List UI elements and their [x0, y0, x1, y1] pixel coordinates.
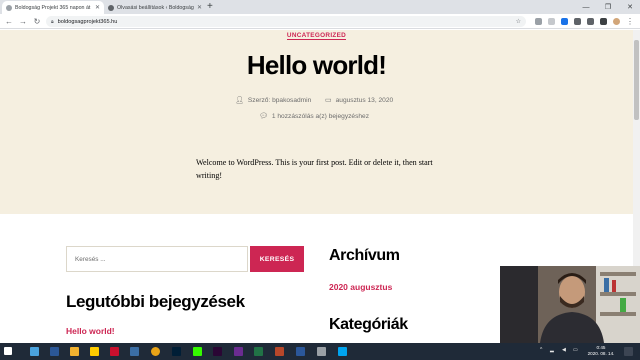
app-icon[interactable] — [50, 347, 59, 356]
post-author: 👤︎ Szerző: bpakosadmin — [235, 96, 311, 105]
puzzle-extensions-icon[interactable] — [587, 18, 594, 25]
premiere-icon[interactable] — [213, 347, 222, 356]
explorer-folder-icon[interactable] — [70, 347, 79, 356]
webcam-video-image — [500, 266, 640, 343]
calendar-icon: ▭ — [325, 97, 332, 104]
date-link[interactable]: augusztus 13, 2020 — [336, 97, 394, 104]
search-input[interactable]: Keresés ... — [66, 246, 248, 272]
categories-heading: Kategóriák — [329, 316, 408, 333]
author-link[interactable]: Szerző: bpakosadmin — [248, 97, 311, 104]
tab-title: Olvasási beállítások ‹ Boldogság — [117, 4, 194, 11]
taskview-icon[interactable] — [30, 347, 39, 356]
screen: Boldogság Projekt 365 napon át ✕ Olvasás… — [0, 0, 640, 360]
word-icon[interactable] — [296, 347, 305, 356]
site-favicon-icon — [6, 4, 12, 11]
volume-icon[interactable]: ◀ — [562, 347, 566, 353]
maximize-icon[interactable]: ❐ — [598, 0, 618, 14]
post-title: Hello world! — [246, 50, 387, 80]
search-button[interactable]: KERESÉS — [250, 246, 304, 272]
lock-icon: 🔒︎ — [51, 18, 54, 25]
user-icon: 👤︎ — [235, 97, 244, 104]
taskbar-clock[interactable]: 0:45 2020. 08. 14. — [586, 345, 616, 357]
browser-tab[interactable]: Olvasási beállítások ‹ Boldogság ✕ — [104, 1, 206, 14]
app-icon[interactable] — [338, 347, 347, 356]
extension-icon[interactable] — [561, 18, 568, 25]
app-icon[interactable] — [234, 347, 243, 356]
tab-title: Boldogság Projekt 365 napon át — [15, 4, 91, 11]
network-icon[interactable]: ▂ — [550, 347, 554, 353]
keyboard-icon[interactable]: ▭ — [573, 347, 578, 353]
post-body: Welcome to WordPress. This is your first… — [196, 158, 433, 180]
close-tab-icon[interactable]: ✕ — [95, 4, 100, 11]
post-header: UNCATEGORIZED Hello world! 👤︎ Szerző: bp… — [0, 30, 633, 214]
powerpoint-icon[interactable] — [275, 347, 284, 356]
browser-tab-active[interactable]: Boldogság Projekt 365 napon át ✕ — [2, 1, 104, 14]
scrollbar-thumb[interactable] — [634, 40, 639, 120]
comment-bubble-icon: 💬︎ — [259, 113, 268, 120]
post-comments: 💬︎ 1 hozzászólás a(z) bejegyzéshez — [259, 112, 369, 121]
recent-posts-heading: Legutóbbi bejegyzések — [66, 292, 245, 311]
sticky-notes-icon[interactable] — [90, 347, 99, 356]
profile-avatar[interactable] — [613, 18, 620, 25]
wordpress-favicon-icon — [108, 4, 114, 11]
notifications-icon[interactable] — [624, 347, 633, 356]
chrome-icon[interactable] — [151, 347, 160, 356]
archive-heading: Archívum — [329, 247, 400, 264]
windows-start-icon[interactable] — [4, 347, 12, 355]
filezilla-icon[interactable] — [110, 347, 119, 356]
tray-chevron-icon[interactable]: ^ — [540, 347, 542, 353]
recent-post-link[interactable]: Hello world! — [66, 326, 115, 336]
dreamweaver-icon[interactable] — [193, 347, 202, 356]
extension-icon[interactable] — [535, 18, 542, 25]
settings-gear-icon[interactable] — [317, 347, 326, 356]
extension-icon[interactable] — [600, 18, 607, 25]
app-icon[interactable] — [130, 347, 139, 356]
back-arrow-icon[interactable]: ← — [3, 15, 15, 28]
forward-arrow-icon[interactable]: → — [17, 15, 29, 28]
clock-date: 2020. 08. 14. — [587, 351, 615, 356]
category-link[interactable]: UNCATEGORIZED — [286, 32, 347, 40]
archive-link[interactable]: 2020 augusztus — [329, 282, 392, 292]
post-date: ▭ augusztus 13, 2020 — [325, 96, 394, 105]
url-text: boldogsagprojekt365.hu — [57, 18, 118, 25]
extension-icon[interactable] — [574, 18, 581, 25]
browser-toolbar: ← → ↻ 🔒︎ boldogsagprojekt365.hu ☆ ⋮ — [0, 14, 640, 29]
reload-icon[interactable]: ↻ — [31, 15, 43, 28]
photoshop-icon[interactable] — [172, 347, 181, 356]
address-bar[interactable]: 🔒︎ boldogsagprojekt365.hu ☆ — [46, 16, 526, 27]
browser-tab-strip: Boldogság Projekt 365 napon át ✕ Olvasás… — [0, 0, 640, 14]
excel-icon[interactable] — [254, 347, 263, 356]
minimize-icon[interactable]: — — [576, 0, 596, 14]
bookmark-star-icon[interactable]: ☆ — [516, 18, 521, 25]
close-window-icon[interactable]: ✕ — [620, 0, 640, 14]
comments-link[interactable]: 1 hozzászólás a(z) bejegyzéshez — [272, 113, 369, 120]
new-tab-button[interactable]: + — [207, 1, 213, 13]
extension-icon[interactable] — [548, 18, 555, 25]
close-tab-icon[interactable]: ✕ — [197, 4, 202, 11]
windows-taskbar: ^ ▂ ◀ ▭ 0:45 2020. 08. 14. — [0, 343, 640, 360]
webcam-overlay — [500, 266, 640, 343]
menu-kebab-icon[interactable]: ⋮ — [624, 15, 636, 28]
